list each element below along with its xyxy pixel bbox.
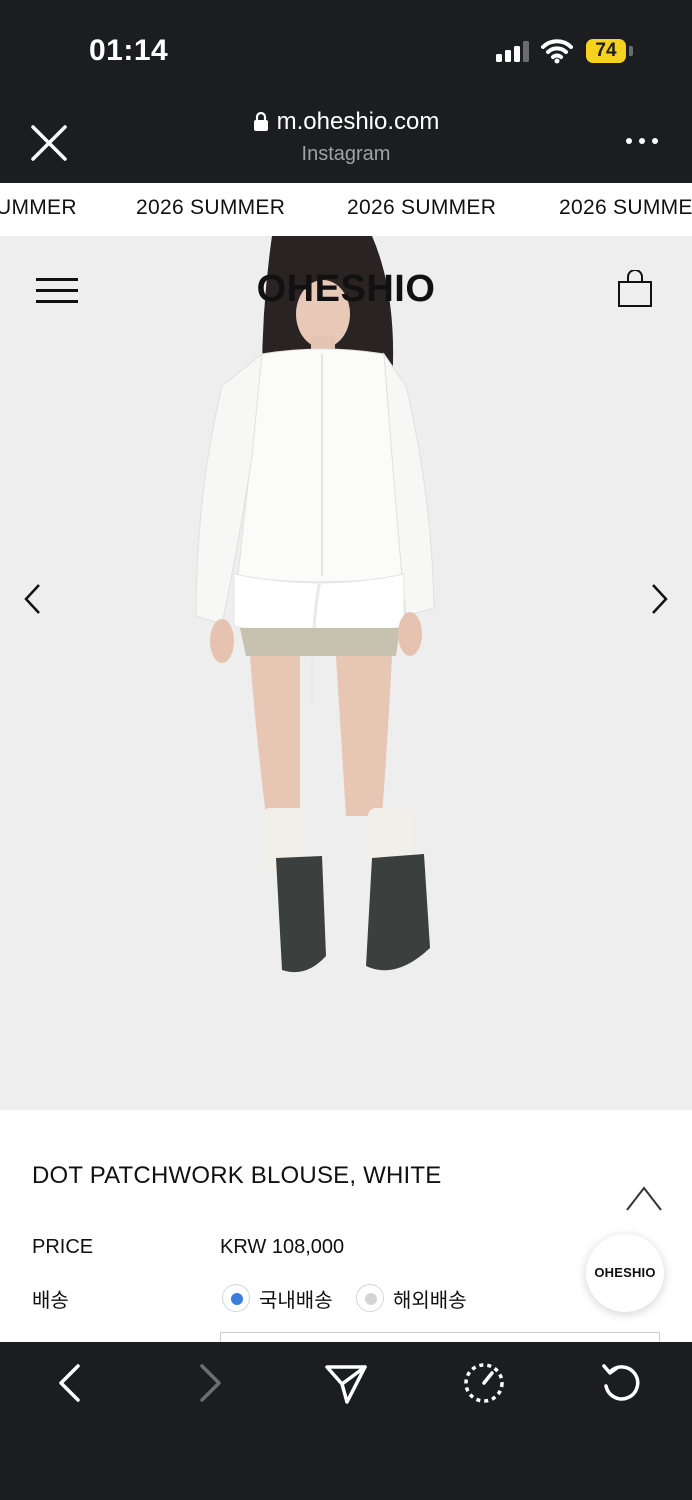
domestic-shipping-label[interactable]: 국내배송	[259, 1284, 333, 1313]
wifi-icon	[541, 39, 573, 64]
in-app-browser-header: m.oheshio.com Instagram	[0, 100, 692, 183]
price-value: KRW 108,000	[220, 1236, 345, 1258]
more-icon[interactable]	[626, 138, 658, 146]
chevron-right-icon[interactable]	[646, 581, 672, 617]
status-time: 01:14	[89, 34, 169, 67]
status-bar: 01:14 74	[0, 0, 692, 100]
browser-toolbar	[0, 1342, 692, 1500]
marquee-item: UMMER	[0, 196, 77, 219]
forward-icon[interactable]	[184, 1358, 234, 1408]
battery-indicator: 74	[586, 39, 626, 63]
option-select[interactable]	[220, 1332, 660, 1342]
product-image-carousel[interactable]: OHESHIO	[0, 236, 692, 1110]
speed-icon[interactable]	[459, 1358, 509, 1408]
chevron-left-icon[interactable]	[20, 581, 46, 617]
price-label: PRICE	[32, 1236, 94, 1258]
reload-icon[interactable]	[596, 1358, 646, 1408]
domestic-shipping-radio[interactable]	[222, 1284, 250, 1312]
product-photo	[195, 236, 435, 973]
marquee-item: 2026 SUMME	[559, 196, 692, 219]
battery-tip	[629, 46, 633, 56]
announcement-marquee: UMMER 2026 SUMMER 2026 SUMMER 2026 SUMME	[0, 183, 692, 237]
overseas-shipping-radio[interactable]	[356, 1284, 384, 1312]
shopping-bag-icon[interactable]	[616, 270, 654, 308]
product-title: DOT PATCHWORK BLOUSE, WHITE	[32, 1162, 442, 1189]
chevron-up-icon[interactable]	[624, 1182, 664, 1214]
marquee-item: 2026 SUMMER	[136, 196, 286, 219]
cellular-signal-icon	[496, 40, 532, 62]
shipping-label: 배송	[32, 1290, 69, 1312]
url-display[interactable]: m.oheshio.com	[253, 108, 440, 136]
product-info: DOT PATCHWORK BLOUSE, WHITE PRICE KRW 10…	[0, 1110, 692, 1342]
url-text: m.oheshio.com	[276, 108, 440, 135]
back-icon[interactable]	[46, 1358, 96, 1408]
share-icon[interactable]	[321, 1358, 371, 1408]
address-area[interactable]: m.oheshio.com Instagram	[0, 108, 692, 166]
site-logo[interactable]: OHESHIO	[0, 268, 692, 311]
marquee-item: 2026 SUMMER	[347, 196, 497, 219]
source-app-label: Instagram	[301, 143, 391, 165]
lock-icon	[253, 112, 268, 131]
brand-floating-button[interactable]: OHESHIO	[586, 1234, 664, 1312]
overseas-shipping-label[interactable]: 해외배송	[393, 1284, 467, 1313]
